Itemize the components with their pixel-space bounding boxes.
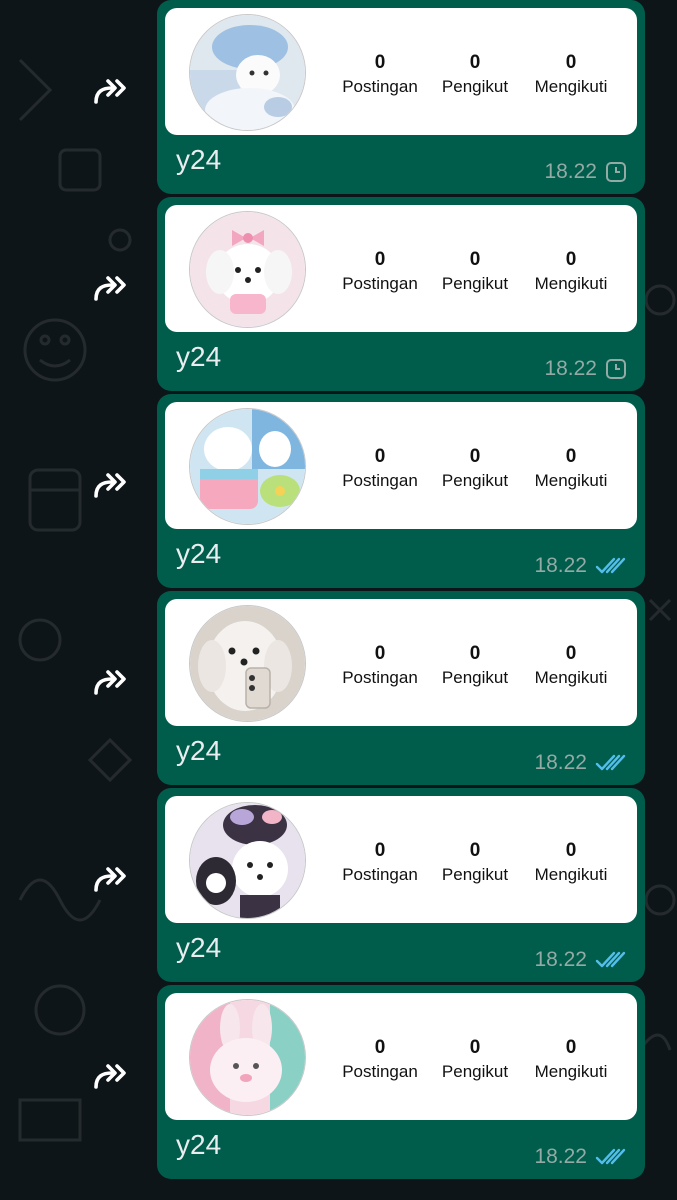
stat-label: Mengikuti (534, 1062, 608, 1081)
profile-avatar[interactable] (189, 408, 306, 525)
profile-card[interactable]: 0 Postingan 0 Pengikut 0 Mengikuti (165, 402, 637, 529)
read-double-check-icon (595, 950, 627, 970)
message-row: 0 Postingan 0 Pengikut 0 Mengikuti y24 1… (0, 191, 677, 391)
message-time: 18.22 (534, 554, 587, 577)
message-caption: y24 (176, 538, 222, 569)
message-caption: y24 (176, 341, 222, 372)
message-bubble[interactable]: 0 Postingan 0 Pengikut 0 Mengikuti y24 1… (157, 985, 645, 1179)
stat-value: 0 (565, 446, 577, 467)
profile-card[interactable]: 0 Postingan 0 Pengikut 0 Mengikuti (165, 796, 637, 923)
message-row: 0 Postingan 0 Pengikut 0 Mengikuti y24 1… (0, 585, 677, 785)
stat-value: 0 (565, 52, 577, 73)
profile-card[interactable]: 0 Postingan 0 Pengikut 0 Mengikuti (165, 205, 637, 332)
forward-arrows-icon[interactable] (91, 271, 133, 305)
message-bubble[interactable]: 0 Postingan 0 Pengikut 0 Mengikuti y24 1… (157, 197, 645, 391)
stat-label: Mengikuti (534, 471, 608, 490)
forward-arrows-icon[interactable] (91, 74, 133, 108)
message-bubble[interactable]: 0 Postingan 0 Pengikut 0 Mengikuti y24 1… (157, 394, 645, 588)
message-meta: 18.22 (534, 1145, 627, 1169)
pending-clock-icon (605, 161, 627, 183)
message-meta: 18.22 (544, 160, 627, 184)
read-double-check-icon (595, 1147, 627, 1167)
message-caption: y24 (176, 144, 222, 175)
message-bubble[interactable]: 0 Postingan 0 Pengikut 0 Mengikuti y24 1… (157, 591, 645, 785)
stat-following: 0 Mengikuti (511, 1037, 631, 1083)
message-time: 18.22 (534, 1145, 587, 1168)
stat-label: Mengikuti (534, 77, 608, 96)
message-meta: 18.22 (534, 751, 627, 775)
stat-label: Mengikuti (534, 668, 608, 687)
stat-value: 0 (565, 1037, 577, 1058)
stat-following: 0 Mengikuti (511, 446, 631, 492)
message-row: 0 Postingan 0 Pengikut 0 Mengikuti y24 1… (0, 782, 677, 982)
profile-card[interactable]: 0 Postingan 0 Pengikut 0 Mengikuti (165, 993, 637, 1120)
stat-value: 0 (565, 643, 577, 664)
pending-clock-icon (605, 358, 627, 380)
message-time: 18.22 (544, 160, 597, 183)
stat-value: 0 (565, 249, 577, 270)
profile-avatar[interactable] (189, 999, 306, 1116)
stat-following: 0 Mengikuti (511, 840, 631, 886)
forward-arrows-icon[interactable] (91, 1059, 133, 1093)
message-caption: y24 (176, 1129, 222, 1160)
message-row: 0 Postingan 0 Pengikut 0 Mengikuti y24 1… (0, 388, 677, 588)
message-bubble[interactable]: 0 Postingan 0 Pengikut 0 Mengikuti y24 1… (157, 788, 645, 982)
profile-avatar[interactable] (189, 211, 306, 328)
message-time: 18.22 (544, 357, 597, 380)
profile-avatar[interactable] (189, 802, 306, 919)
message-caption: y24 (176, 735, 222, 766)
stat-label: Mengikuti (534, 274, 608, 293)
message-row: 0 Postingan 0 Pengikut 0 Mengikuti y24 1… (0, 0, 677, 194)
stat-following: 0 Mengikuti (511, 643, 631, 689)
message-bubble[interactable]: 0 Postingan 0 Pengikut 0 Mengikuti y24 1… (157, 0, 645, 194)
message-row: 0 Postingan 0 Pengikut 0 Mengikuti y24 1… (0, 979, 677, 1179)
profile-avatar[interactable] (189, 605, 306, 722)
stat-following: 0 Mengikuti (511, 52, 631, 98)
message-time: 18.22 (534, 948, 587, 971)
forward-arrows-icon[interactable] (91, 862, 133, 896)
chat-message-list: 0 Postingan 0 Pengikut 0 Mengikuti y24 1… (0, 0, 677, 1179)
profile-avatar[interactable] (189, 14, 306, 131)
stat-following: 0 Mengikuti (511, 249, 631, 295)
message-caption: y24 (176, 932, 222, 963)
forward-arrows-icon[interactable] (91, 665, 133, 699)
stat-label: Mengikuti (534, 865, 608, 884)
message-time: 18.22 (534, 751, 587, 774)
message-meta: 18.22 (534, 554, 627, 578)
read-double-check-icon (595, 753, 627, 773)
stat-value: 0 (565, 840, 577, 861)
profile-card[interactable]: 0 Postingan 0 Pengikut 0 Mengikuti (165, 599, 637, 726)
message-meta: 18.22 (534, 948, 627, 972)
profile-card[interactable]: 0 Postingan 0 Pengikut 0 Mengikuti (165, 8, 637, 135)
message-meta: 18.22 (544, 357, 627, 381)
forward-arrows-icon[interactable] (91, 468, 133, 502)
read-double-check-icon (595, 556, 627, 576)
